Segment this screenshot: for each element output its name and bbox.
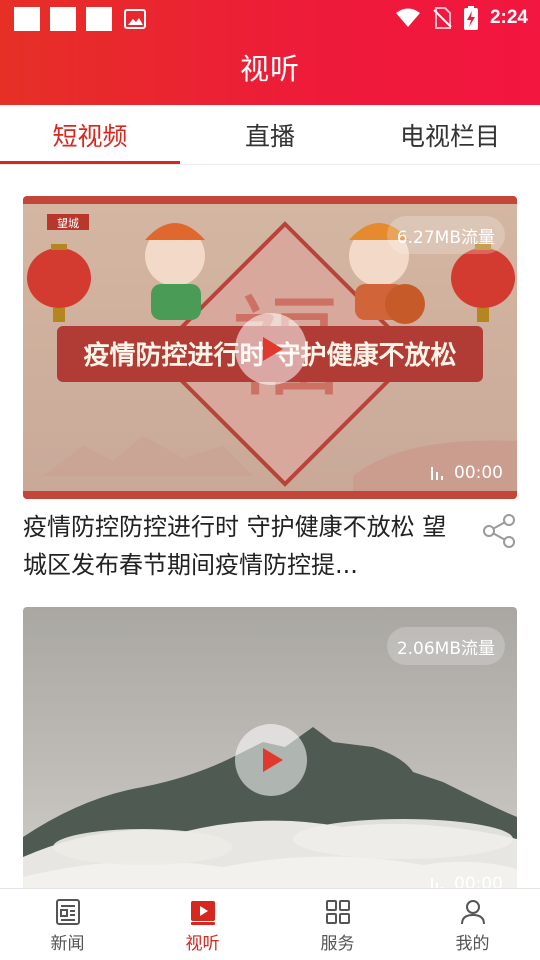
cover-logo-text: 望城 — [57, 217, 79, 230]
video-thumbnail[interactable]: 福 疫情防控进行时 守护健康不放松 — [23, 196, 517, 499]
battery-charging-icon — [463, 6, 478, 30]
video-feed[interactable]: 福 疫情防控进行时 守护健康不放松 — [0, 166, 540, 888]
tab-live[interactable]: 直播 — [180, 105, 360, 165]
status-time: 2:24 — [489, 7, 528, 28]
app-header: 2:24 视听 — [0, 0, 540, 105]
video-thumbnail[interactable]: 2.06MB流量 00:00 — [23, 607, 517, 888]
play-button[interactable] — [235, 724, 307, 796]
video-duration: 00:00 — [430, 874, 503, 888]
nav-item-services[interactable]: 服务 — [270, 889, 405, 960]
nav-label: 服务 — [320, 934, 355, 954]
no-sim-icon — [433, 7, 452, 29]
video-card[interactable]: 福 疫情防控进行时 守护健康不放松 — [23, 196, 519, 579]
image-notification-icon — [124, 9, 146, 29]
video-title[interactable]: 疫情防控防控进行时 守护健康不放松 望城区发布春节期间疫情防控提... — [23, 508, 463, 584]
tab-indicator — [0, 161, 180, 164]
notification-icon — [14, 7, 40, 31]
nav-item-video[interactable]: 视听 — [135, 889, 270, 960]
user-icon — [460, 900, 485, 925]
nav-item-profile[interactable]: 我的 — [405, 889, 540, 960]
duration-text: 00:00 — [454, 874, 503, 888]
stats-icon — [431, 467, 443, 480]
video-icon — [190, 901, 215, 925]
wifi-icon — [395, 8, 420, 27]
tab-bar: 短视频 直播 电视栏目 — [0, 105, 540, 165]
news-icon — [55, 899, 80, 925]
duration-text: 00:00 — [454, 463, 503, 483]
data-usage-badge: 2.06MB流量 — [386, 627, 505, 665]
nav-label: 我的 — [455, 934, 490, 954]
page-title: 视听 — [239, 52, 300, 86]
tab-tv-programs[interactable]: 电视栏目 — [360, 105, 540, 165]
notification-icon — [50, 7, 76, 31]
play-icon — [263, 748, 283, 772]
share-icon[interactable] — [481, 512, 519, 550]
notification-icon — [86, 7, 112, 31]
play-button[interactable] — [235, 313, 307, 385]
tab-short-video[interactable]: 短视频 — [0, 105, 180, 165]
nav-label: 视听 — [185, 934, 220, 954]
video-duration: 00:00 — [430, 463, 503, 483]
data-usage-badge: 6.27MB流量 — [386, 216, 505, 254]
status-bar: 2:24 — [0, 0, 540, 36]
nav-item-news[interactable]: 新闻 — [0, 889, 135, 960]
grid-icon — [325, 900, 350, 924]
video-card[interactable]: 2.06MB流量 00:00 — [23, 607, 517, 888]
nav-label: 新闻 — [50, 934, 85, 954]
stats-icon — [431, 878, 443, 888]
play-icon — [263, 337, 283, 361]
bottom-navigation: 新闻 视听 服务 我的 — [0, 888, 540, 960]
